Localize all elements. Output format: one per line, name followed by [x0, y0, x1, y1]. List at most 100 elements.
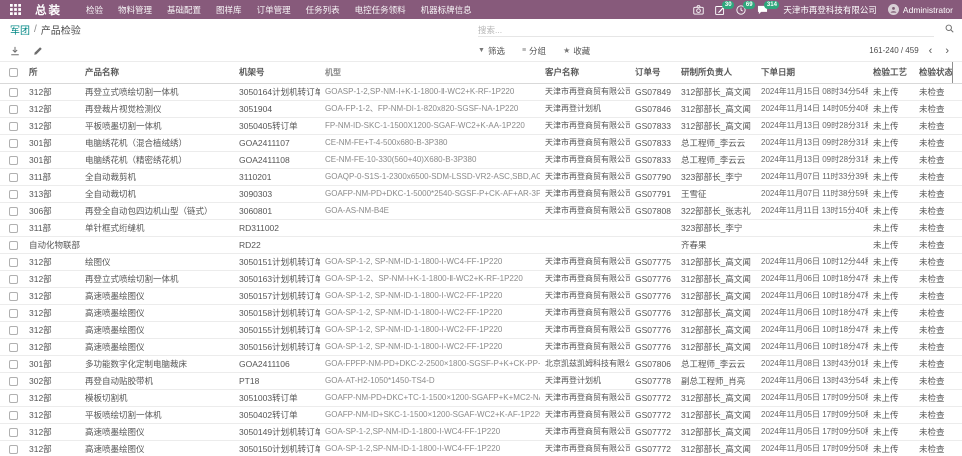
- cell-model: GOAFP-NM-PD+DKC+TC-1-1500×1200-SGAFP+K+M…: [320, 389, 540, 406]
- row-checkbox[interactable]: [9, 122, 18, 131]
- table-row[interactable]: 自动化物联部RD22齐春果未上传未检查: [0, 236, 962, 253]
- column-header-frame[interactable]: 机架号: [234, 62, 320, 83]
- cell-customer: 天津市再登商贸有限公司: [540, 389, 630, 406]
- table-row[interactable]: 301部电脑绣花机（混合植绒绣）GOA2411107CE-NM-FE+T-4-5…: [0, 134, 962, 151]
- cell-owner: 312部部长_高文闻: [676, 321, 756, 338]
- app-name[interactable]: 总装: [35, 2, 62, 18]
- row-checkbox[interactable]: [9, 258, 18, 267]
- pager-range[interactable]: 161-240 / 459: [869, 46, 918, 55]
- column-header-product[interactable]: 产品名称: [80, 62, 234, 83]
- filter-button[interactable]: ▼ 筛选: [478, 45, 505, 57]
- menu-item-4[interactable]: 订单管理: [257, 4, 291, 16]
- row-checkbox[interactable]: [9, 173, 18, 182]
- row-checkbox[interactable]: [9, 377, 18, 386]
- row-checkbox[interactable]: [9, 394, 18, 403]
- row-checkbox-cell: [0, 117, 24, 134]
- row-checkbox[interactable]: [9, 343, 18, 352]
- camera-icon[interactable]: [693, 5, 704, 15]
- search-icon[interactable]: [945, 24, 954, 33]
- row-checkbox[interactable]: [9, 445, 18, 454]
- list-tools: [10, 46, 43, 56]
- row-checkbox[interactable]: [9, 207, 18, 216]
- cell-customer: [540, 236, 630, 253]
- row-checkbox[interactable]: [9, 360, 18, 369]
- breadcrumb-parent[interactable]: 军团: [10, 22, 30, 37]
- table-row[interactable]: 313部全自动裁切机3090303GOAFP-NM-PD+DKC-1-5000*…: [0, 185, 962, 202]
- cell-owner: 312部部长_高文闻: [676, 117, 756, 134]
- favorites-button[interactable]: ★ 收藏: [563, 45, 590, 57]
- row-checkbox[interactable]: [9, 241, 18, 250]
- select-all-checkbox[interactable]: [9, 68, 18, 77]
- cell-status: 未检查: [914, 321, 952, 338]
- table-row[interactable]: 301部电脑绣花机（精密绣花机）GOA2411108CE-NM-FE-10-33…: [0, 151, 962, 168]
- table-row[interactable]: 312部高速喷墨绘图仪3050149计划机转订单GOA-SP-1-2,SP-NM…: [0, 423, 962, 440]
- column-header-dept[interactable]: 所: [24, 62, 80, 83]
- row-checkbox[interactable]: [9, 190, 18, 199]
- menu-item-7[interactable]: 机器标牌信息: [421, 4, 472, 16]
- table-row[interactable]: 312部高速喷墨绘图仪3050150计划机转订单GOA-SP-1-2,SP-NM…: [0, 440, 962, 456]
- menu-item-1[interactable]: 物料管理: [118, 4, 152, 16]
- table-row[interactable]: 312部再登裁片视觉检测仪3051904GOA-FP-1-2、FP-NM-DI-…: [0, 100, 962, 117]
- cell-product: 再登自动贴胶带机: [80, 372, 234, 389]
- column-header-model[interactable]: 机型: [320, 62, 540, 83]
- cell-frame: GOA2411106: [234, 355, 320, 372]
- column-header-process[interactable]: 检验工艺: [868, 62, 914, 83]
- cell-product: 再登全自动包四边机山型（链式）: [80, 202, 234, 219]
- row-checkbox[interactable]: [9, 292, 18, 301]
- table-row[interactable]: 312部再登立式喷绘切割一体机3050163计划机转订单GOA-SP-1-2、S…: [0, 270, 962, 287]
- row-checkbox[interactable]: [9, 139, 18, 148]
- cell-status: 未检查: [914, 253, 952, 270]
- breadcrumb-row: 军团 / 产品检验 搜索...: [0, 19, 962, 40]
- table-row[interactable]: 312部高速喷墨绘图仪3050155计划机转订单GOA-SP-1-2, SP-N…: [0, 321, 962, 338]
- column-header-date[interactable]: 下单日期: [756, 62, 868, 83]
- row-checkbox[interactable]: [9, 275, 18, 284]
- column-header-customer[interactable]: 客户名称: [540, 62, 630, 83]
- row-checkbox[interactable]: [9, 428, 18, 437]
- table-row[interactable]: 311部全自动裁剪机3110201GOAQP-0-S1S-1-2300x6500…: [0, 168, 962, 185]
- row-checkbox-cell: [0, 185, 24, 202]
- activities-icon[interactable]: 30: [715, 5, 725, 15]
- menu-item-3[interactable]: 图样库: [216, 4, 242, 16]
- table-row[interactable]: 312部模板切割机3051003转订单GOAFP-NM-PD+DKC+TC-1-…: [0, 389, 962, 406]
- table-row[interactable]: 306部再登全自动包四边机山型（链式）3060801GOA-AS-NM-B4E天…: [0, 202, 962, 219]
- pager-prev[interactable]: ‹: [926, 46, 936, 56]
- export-download-icon[interactable]: [10, 46, 20, 56]
- column-header-owner[interactable]: 研制所负责人: [676, 62, 756, 83]
- row-checkbox[interactable]: [9, 326, 18, 335]
- row-checkbox[interactable]: [9, 309, 18, 318]
- table-row[interactable]: 301部多功能数字化定制电脑裁床GOA2411106GOA-FPFP-NM-PD…: [0, 355, 962, 372]
- row-checkbox[interactable]: [9, 105, 18, 114]
- column-header-status[interactable]: 检验状态: [914, 62, 952, 83]
- cell-frame: 3090303: [234, 185, 320, 202]
- table-row[interactable]: 312部绘图仪3050151计划机转订单GOA-SP-1-2, SP-NM-ID…: [0, 253, 962, 270]
- table-row[interactable]: 302部再登自动贴胶带机PT18GOA-AT-H2-1050*1450-TS4-…: [0, 372, 962, 389]
- table-row[interactable]: 311部单针框式绗缝机RD311002323部部长_李宁未上传未检查: [0, 219, 962, 236]
- row-checkbox[interactable]: [9, 88, 18, 97]
- company-switcher[interactable]: 天津市再登科技有限公司: [783, 4, 877, 16]
- menu-item-0[interactable]: 检验: [86, 4, 103, 16]
- table-row[interactable]: 312部再登立式喷绘切割一体机3050164计划机转订单GOASP-1-2,SP…: [0, 83, 962, 100]
- messages-icon[interactable]: 314: [757, 5, 768, 15]
- table-row[interactable]: 312部高速喷墨绘图仪3050157计划机转订单GOA-SP-1-2, SP-N…: [0, 287, 962, 304]
- cell-date: 2024年11月06日 10时18分47秒: [756, 270, 868, 287]
- clipped-cell-edge: [952, 440, 962, 456]
- table-row[interactable]: 312部高速喷墨绘图仪3050156计划机转订单GOA-SP-1-2, SP-N…: [0, 338, 962, 355]
- edit-pencil-icon[interactable]: [33, 46, 43, 56]
- column-header-order[interactable]: 订单号: [630, 62, 676, 83]
- menu-item-6[interactable]: 电控任务领料: [355, 4, 406, 16]
- cell-product: 高速喷墨绘图仪: [80, 287, 234, 304]
- row-checkbox[interactable]: [9, 411, 18, 420]
- search-input[interactable]: 搜索...: [478, 23, 934, 37]
- apps-grid-icon[interactable]: [9, 4, 21, 16]
- pager-next[interactable]: ›: [942, 46, 952, 56]
- menu-item-5[interactable]: 任务列表: [306, 4, 340, 16]
- table-row[interactable]: 312部平板喷墨切割一体机3050405转订单FP-NM-ID-SKC-1-15…: [0, 117, 962, 134]
- table-row[interactable]: 312部高速喷墨绘图仪3050158计划机转订单GOA-SP-1-2, SP-N…: [0, 304, 962, 321]
- group-by-button[interactable]: ≡ 分组: [522, 45, 546, 57]
- row-checkbox[interactable]: [9, 156, 18, 165]
- row-checkbox[interactable]: [9, 224, 18, 233]
- menu-item-2[interactable]: 基础配置: [167, 4, 201, 16]
- table-row[interactable]: 312部平板喷绘切割一体机3050402转订单GOAFP-NM-ID+SKC-1…: [0, 406, 962, 423]
- clock-icon[interactable]: 69: [736, 5, 746, 15]
- user-menu[interactable]: Administrator: [888, 4, 953, 15]
